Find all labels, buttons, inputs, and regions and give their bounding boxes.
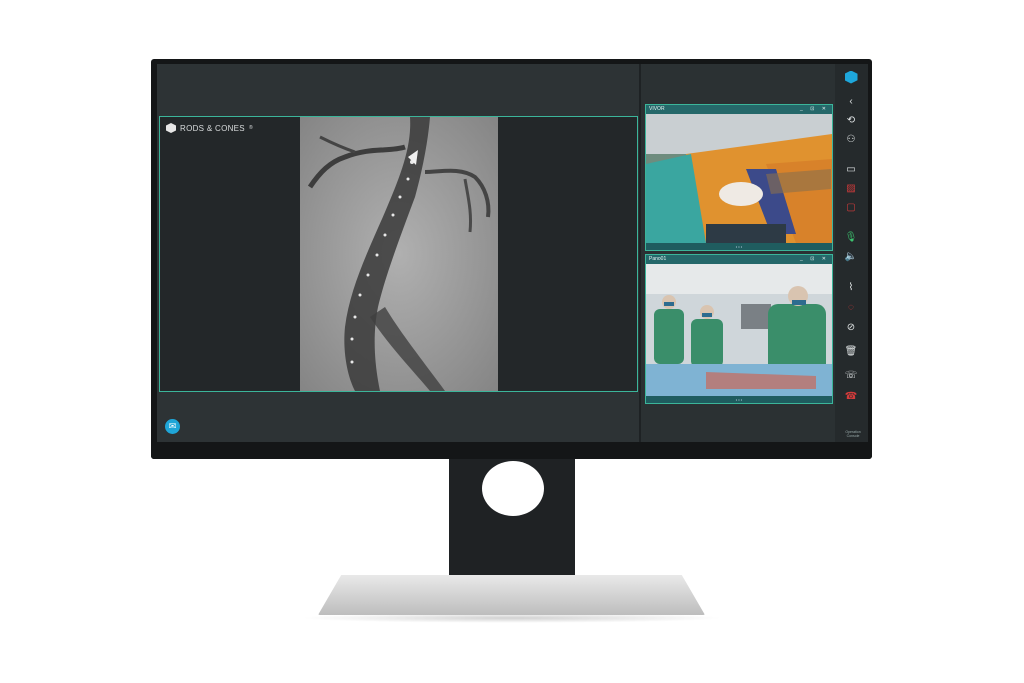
operating-room-video <box>646 264 832 396</box>
image-viewer[interactable]: RODS & CONES ® <box>159 116 638 392</box>
record-icon[interactable]: ◌ <box>844 300 858 314</box>
angiogram-image <box>300 117 498 391</box>
surgical-field-video <box>646 114 832 243</box>
brand-watermark: RODS & CONES ® <box>166 123 253 133</box>
toolbar-footer: Operation Console <box>845 430 861 438</box>
brand-logo-icon <box>166 123 176 133</box>
brand-mark: ® <box>248 125 253 131</box>
signal-icon[interactable]: ⌇ <box>844 280 858 294</box>
camera-off-icon[interactable]: ▨ <box>844 181 858 195</box>
pane-divider[interactable] <box>639 64 641 442</box>
video-title: Pano01 <box>649 256 667 262</box>
video-window-controls[interactable]: _ ⊡ ✕ <box>800 105 829 114</box>
participants-icon[interactable]: ⚇ <box>844 132 858 146</box>
video-feed-vivor[interactable]: VIVOR _ ⊡ ✕ • • • <box>645 104 833 251</box>
microphone-icon[interactable]: 🎙 <box>844 230 858 244</box>
main-view-pane: RODS & CONES ® ✉ <box>157 64 639 442</box>
hang-up-icon[interactable]: ☎ <box>844 389 858 403</box>
stand-cable-hole <box>482 461 544 516</box>
video-header: Pano01 _ ⊡ ✕ <box>646 255 832 264</box>
monitor-stand-base <box>318 575 705 615</box>
video-feed-pano[interactable]: Pano01 _ ⊡ ✕ • • • <box>645 254 833 404</box>
video-feeds-column: VIVOR _ ⊡ ✕ • • • Pano01 _ ⊡ ✕ • • • <box>643 64 835 442</box>
speaker-icon[interactable]: 🔈 <box>844 249 858 263</box>
delete-icon[interactable]: 🗑 <box>844 344 858 358</box>
video-footer: • • • <box>646 396 832 403</box>
rotate-icon[interactable]: ⟲ <box>844 113 858 127</box>
monitor-chin <box>151 443 872 459</box>
back-icon[interactable]: ‹ <box>844 94 858 108</box>
pointer-off-icon[interactable]: ⊘ <box>844 320 858 334</box>
video-footer: • • • <box>646 243 832 250</box>
chat-button[interactable]: ✉ <box>165 419 180 434</box>
right-toolbar: ‹ ⟲ ⚇ ▭ ▨ ▢ 🎙 🔈 ⌇ ◌ ⊘ 🗑 ☏ ☎ Operation Co… <box>835 64 868 442</box>
monitor-screen: RODS & CONES ® ✉ VIVOR _ ⊡ ✕ • • • Pano0… <box>157 64 868 442</box>
transfer-call-icon[interactable]: ☏ <box>844 368 858 382</box>
app-logo <box>844 70 858 84</box>
layout-icon[interactable]: ▭ <box>844 162 858 176</box>
screen-off-icon[interactable]: ▢ <box>844 200 858 214</box>
video-title: VIVOR <box>649 106 665 112</box>
video-window-controls[interactable]: _ ⊡ ✕ <box>800 255 829 264</box>
video-header: VIVOR _ ⊡ ✕ <box>646 105 832 114</box>
brand-name: RODS & CONES <box>180 123 245 133</box>
chat-icon: ✉ <box>168 421 177 431</box>
